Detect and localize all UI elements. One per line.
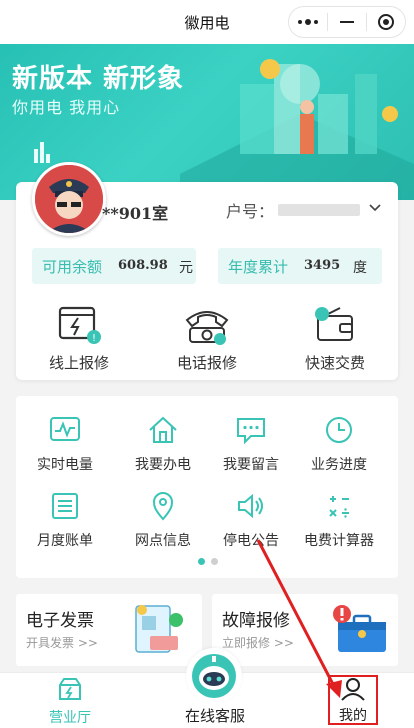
fault-repair-link[interactable]: 立即报修 >> bbox=[222, 634, 294, 651]
invoice-illustration-icon bbox=[135, 605, 183, 653]
service-label: 我要留言 bbox=[223, 457, 279, 473]
user-profile-icon bbox=[341, 678, 365, 701]
storefront-icon bbox=[59, 678, 81, 700]
e-invoice-title: 电子发票 bbox=[26, 611, 94, 631]
service-outlet-info[interactable]: 网点信息 bbox=[118, 488, 208, 550]
more-options-button[interactable] bbox=[289, 7, 327, 37]
chevron-down-icon[interactable] bbox=[367, 200, 383, 216]
calculator-icon bbox=[329, 496, 349, 518]
service-business-progress[interactable]: 业务进度 bbox=[294, 412, 384, 474]
avatar[interactable] bbox=[32, 162, 106, 236]
speaker-icon bbox=[238, 493, 263, 519]
tab-me[interactable]: 我的 bbox=[328, 675, 378, 725]
online-repair-icon: ! bbox=[58, 306, 101, 344]
tab-business-hall-label: 营业厅 bbox=[49, 710, 91, 726]
service-label: 实时电量 bbox=[37, 457, 93, 473]
more-dots-icon bbox=[298, 19, 318, 25]
annual-usage-label: 年度累计 bbox=[228, 258, 289, 276]
service-label: 月度账单 bbox=[37, 533, 93, 549]
police-avatar-icon bbox=[35, 165, 103, 233]
service-label: 我要办电 bbox=[135, 457, 191, 473]
robot-assistant-icon bbox=[192, 654, 236, 698]
balance-label: 可用余额 bbox=[42, 258, 103, 276]
banner-subtitle: 你用电 我用心 bbox=[12, 98, 121, 117]
annual-usage-panel[interactable]: 年度累计 3495 度 bbox=[218, 248, 382, 284]
quick-payment-button[interactable]: 快速交费 bbox=[280, 304, 390, 373]
clock-icon bbox=[326, 417, 352, 443]
service-label: 业务进度 bbox=[311, 457, 367, 473]
banner-slogan: 新版本 新形象 bbox=[12, 64, 185, 94]
service-label: 电费计算器 bbox=[304, 533, 374, 549]
close-miniprogram-button[interactable] bbox=[367, 7, 405, 37]
phone-repair-label: 电话报修 bbox=[176, 354, 237, 372]
tab-online-service[interactable]: 在线客服 bbox=[180, 703, 250, 726]
house-icon bbox=[149, 416, 177, 443]
services-grid: 实时电量 我要办电 我要留言 业务进度 月度账单 网点信息 停电公告 电费计算器 bbox=[16, 396, 398, 578]
realtime-meter-icon bbox=[50, 417, 80, 441]
service-leave-message[interactable]: 我要留言 bbox=[206, 412, 296, 474]
minimize-icon bbox=[340, 21, 354, 23]
tab-business-hall[interactable]: 营业厅 bbox=[40, 677, 100, 727]
fault-repair-card[interactable]: 故障报修 立即报修 >> bbox=[212, 594, 398, 666]
e-invoice-link[interactable]: 开具发票 >> bbox=[26, 634, 98, 651]
e-invoice-card[interactable]: 电子发票 开具发票 >> bbox=[16, 594, 202, 666]
quick-payment-label: 快速交费 bbox=[304, 354, 365, 372]
tab-online-service-label: 在线客服 bbox=[184, 707, 245, 725]
service-fee-calculator[interactable]: 电费计算器 bbox=[294, 488, 384, 550]
phone-repair-icon bbox=[185, 311, 229, 345]
minimize-button[interactable] bbox=[328, 7, 366, 37]
service-realtime-meter[interactable]: 实时电量 bbox=[20, 412, 110, 474]
location-pin-icon bbox=[152, 492, 174, 521]
balance-unit: 元 bbox=[179, 260, 193, 276]
service-outage-notice[interactable]: 停电公告 bbox=[206, 488, 296, 550]
account-card: **901室 户号： 可用余额 608.98 元 年度累计 3495 度 ! 线… bbox=[16, 162, 398, 380]
balance-panel[interactable]: 可用余额 608.98 元 bbox=[32, 248, 196, 284]
message-icon bbox=[237, 418, 265, 445]
title-bar: 徽用电 bbox=[0, 0, 414, 44]
online-repair-label: 线上报修 bbox=[48, 354, 109, 372]
room-number: **901室 bbox=[102, 204, 169, 223]
online-repair-button[interactable]: ! 线上报修 bbox=[24, 304, 134, 373]
target-close-icon bbox=[378, 14, 394, 30]
toolbox-illustration-icon bbox=[333, 605, 386, 652]
phone-repair-button[interactable]: 电话报修 bbox=[152, 304, 262, 373]
carousel-indicator bbox=[198, 558, 218, 565]
account-number-label: 户号： bbox=[226, 202, 275, 221]
online-service-robot-button[interactable] bbox=[186, 648, 242, 704]
balance-value: 608.98 bbox=[118, 258, 168, 273]
fault-repair-title: 故障报修 bbox=[222, 611, 290, 631]
service-label: 停电公告 bbox=[223, 533, 279, 549]
account-number-masked bbox=[278, 204, 360, 216]
tab-me-label: 我的 bbox=[339, 708, 367, 724]
service-label: 网点信息 bbox=[135, 533, 191, 549]
svg-text:!: ! bbox=[92, 333, 96, 344]
service-apply-electricity[interactable]: 我要办电 bbox=[118, 412, 208, 474]
service-monthly-bill[interactable]: 月度账单 bbox=[20, 488, 110, 550]
mini-program-capsule bbox=[288, 6, 406, 38]
annual-usage-unit: 度 bbox=[353, 260, 367, 276]
wallet-payment-icon bbox=[315, 307, 353, 341]
annual-usage-value: 3495 bbox=[304, 258, 341, 273]
bill-icon bbox=[52, 493, 78, 519]
